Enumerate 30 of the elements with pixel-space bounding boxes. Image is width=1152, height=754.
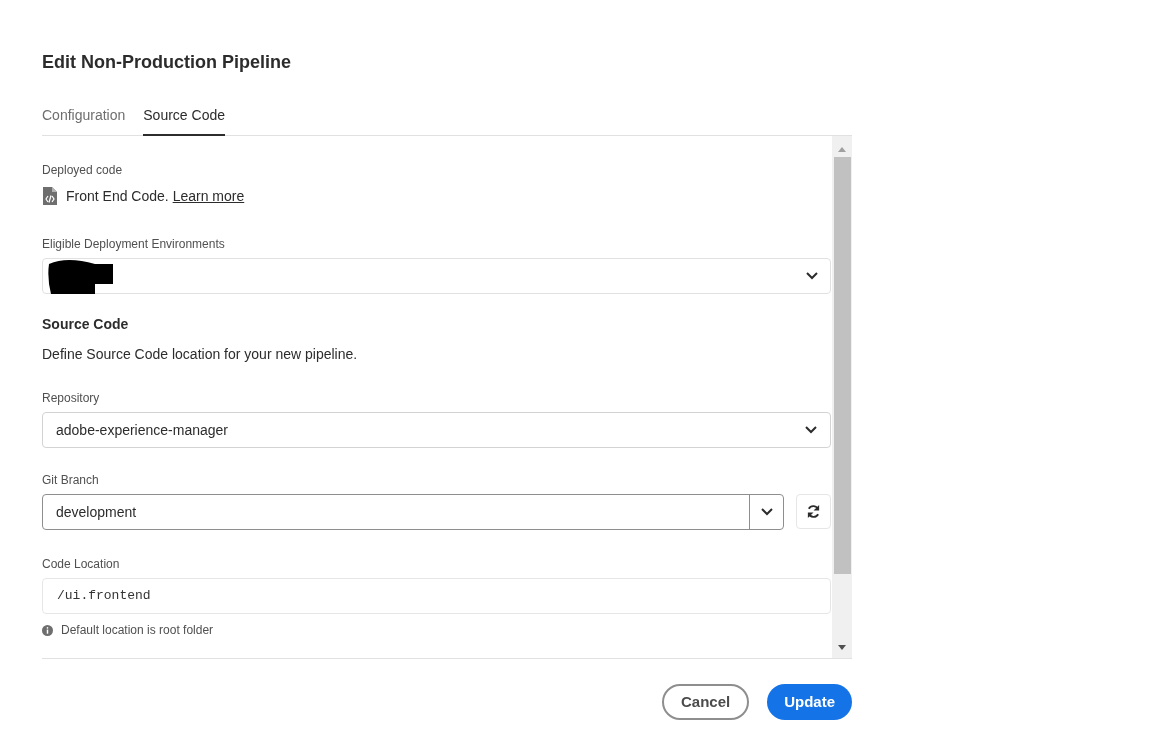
learn-more-link[interactable]: Learn more [172, 187, 245, 204]
scrollbar-thumb[interactable] [833, 157, 851, 574]
field-label: Code Location [42, 556, 121, 572]
section-heading: Source Code [42, 315, 130, 333]
dialog-title: Edit Non-Production Pipeline [42, 51, 292, 74]
refresh-button[interactable] [796, 494, 831, 529]
scrollbar[interactable] [832, 136, 852, 658]
scroll-down-icon[interactable] [838, 645, 846, 650]
field-label: Eligible Deployment Environments [42, 236, 226, 252]
field-label: Repository [42, 390, 101, 406]
repository-dropdown[interactable]: adobe-experience-manager [42, 412, 831, 448]
field-label: Git Branch [42, 472, 100, 488]
code-location-field[interactable]: /ui.frontend [42, 578, 831, 614]
info-icon [42, 624, 53, 636]
environments-dropdown[interactable] [42, 258, 831, 294]
hint-text: Default location is root folder [61, 622, 214, 639]
refresh-icon [806, 504, 821, 519]
git-branch-combobox[interactable]: development [42, 494, 784, 530]
field-label: Deployed code [42, 162, 124, 178]
chevron-down-icon [806, 272, 818, 280]
chevron-down-icon [805, 426, 817, 434]
cancel-button[interactable]: Cancel [661, 684, 750, 720]
section-description: Define Source Code location for your new pipeline. [42, 345, 359, 363]
redaction-mark [47, 258, 113, 294]
chevron-down-icon [760, 508, 773, 516]
tab[interactable]: Source Code [143, 96, 225, 136]
tab[interactable]: Configuration [42, 96, 126, 136]
update-button[interactable]: Update [767, 684, 852, 720]
deployed-code-text: Front End Code. [66, 187, 169, 204]
code-file-icon [42, 187, 58, 205]
